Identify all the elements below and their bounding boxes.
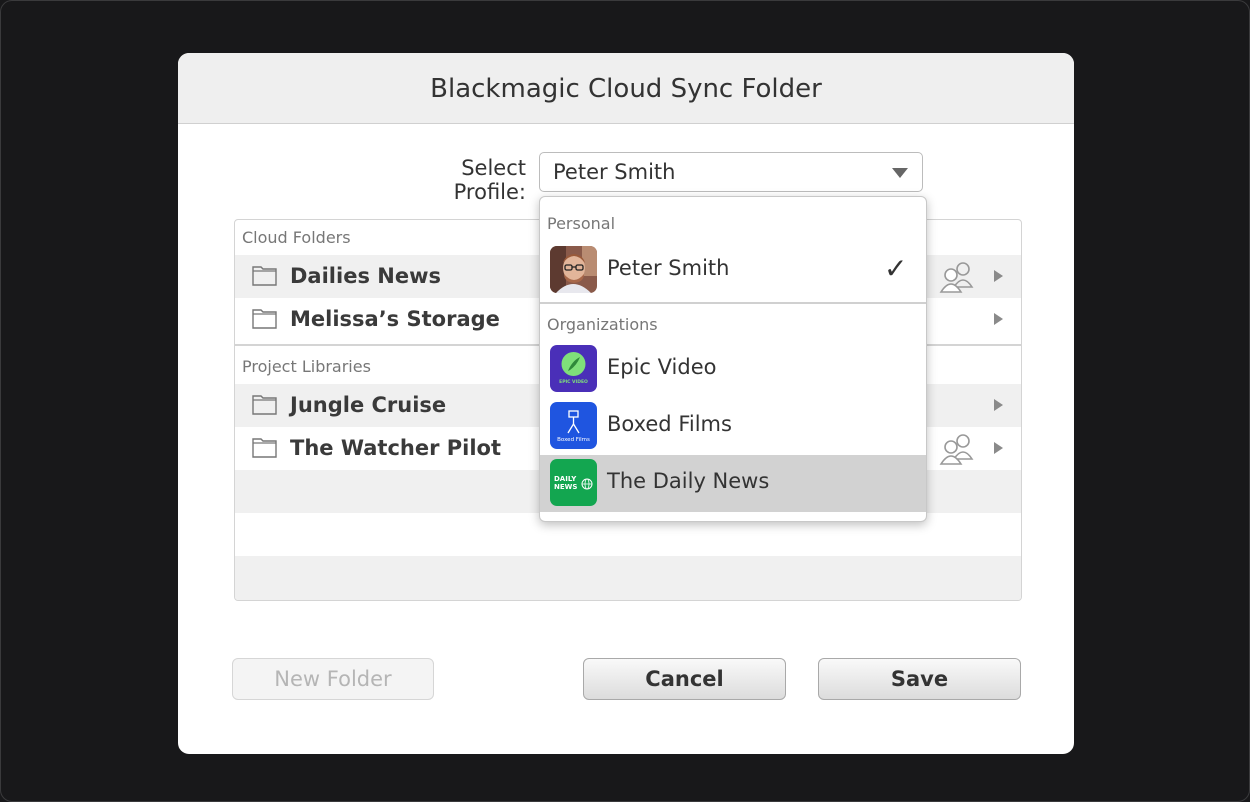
epic-video-logo: EPIC VIDEO: [550, 345, 597, 392]
logo-text: DAILY: [554, 475, 577, 483]
save-button[interactable]: Save: [818, 658, 1021, 700]
new-folder-button[interactable]: New Folder: [232, 658, 434, 700]
logo-text: EPIC VIDEO: [559, 379, 588, 385]
chevron-down-icon: [892, 168, 908, 178]
folder-icon: [252, 309, 277, 329]
dialog-title: Blackmagic Cloud Sync Folder: [178, 53, 1074, 124]
daily-news-logo: DAILY NEWS: [550, 459, 597, 506]
chevron-right-icon: [994, 313, 1003, 325]
folder-name: Dailies News: [290, 264, 441, 288]
folder-icon: [252, 438, 277, 458]
menu-item-label: Peter Smith: [607, 256, 730, 280]
folder-icon: [252, 395, 277, 415]
folder-name: Melissa’s Storage: [290, 307, 500, 331]
chevron-right-icon: [994, 442, 1003, 454]
group-label-personal: Personal: [547, 214, 616, 233]
profile-dropdown[interactable]: Peter Smith: [539, 152, 923, 192]
menu-separator: [540, 302, 926, 304]
profile-dropdown-value: Peter Smith: [553, 160, 676, 184]
menu-item-boxed-films[interactable]: Boxed Films Boxed Films: [540, 398, 926, 455]
menu-item-label: Boxed Films: [607, 412, 732, 436]
folder-icon: [252, 266, 277, 286]
profile-dropdown-menu: Personal Peter Smith ✓ Organizations EPI…: [539, 196, 927, 522]
folder-name: Jungle Cruise: [290, 393, 447, 417]
menu-item-label: Epic Video: [607, 355, 717, 379]
menu-item-epic-video[interactable]: EPIC VIDEO Epic Video: [540, 341, 926, 398]
logo-text: Boxed Films: [557, 437, 590, 443]
menu-item-label: The Daily News: [607, 469, 770, 493]
shared-users-icon: [939, 434, 974, 465]
empty-row: [235, 556, 1021, 600]
cancel-button[interactable]: Cancel: [583, 658, 786, 700]
section-label-cloud-folders: Cloud Folders: [242, 228, 351, 247]
boxed-films-logo: Boxed Films: [550, 402, 597, 449]
chevron-right-icon: [994, 399, 1003, 411]
group-label-organizations: Organizations: [547, 315, 658, 334]
chevron-right-icon: [994, 270, 1003, 282]
checkmark-icon: ✓: [884, 252, 908, 285]
select-profile-label: Select Profile:: [453, 156, 526, 204]
menu-item-peter-smith[interactable]: Peter Smith ✓: [540, 242, 926, 299]
menu-item-the-daily-news[interactable]: DAILY NEWS The Daily News: [540, 455, 926, 512]
section-label-project-libraries: Project Libraries: [242, 357, 371, 376]
logo-text: NEWS: [554, 483, 577, 491]
shared-users-icon: [939, 262, 974, 293]
folder-name: The Watcher Pilot: [290, 436, 502, 460]
user-avatar: [550, 246, 597, 293]
